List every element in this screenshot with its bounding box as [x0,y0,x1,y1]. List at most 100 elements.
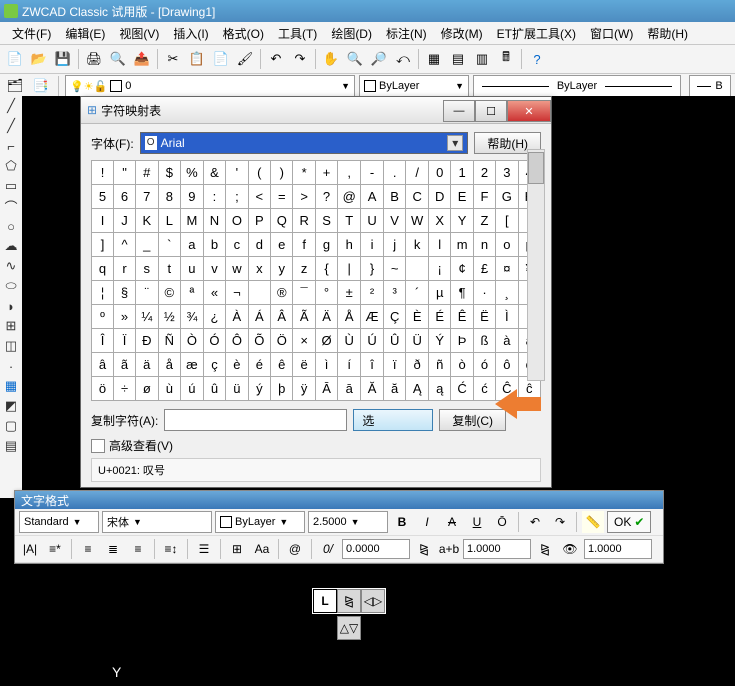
char-cell[interactable]: ö [92,377,114,401]
inplace-text-editor[interactable]: L ⧎ ◁▷ △▽ [312,588,386,640]
char-cell[interactable]: ¢ [451,257,474,281]
char-cell[interactable]: ÿ [293,377,315,401]
char-cell[interactable]: Ā [315,377,337,401]
char-cell[interactable]: ~ [383,257,405,281]
char-cell[interactable]: P [248,209,270,233]
char-cell[interactable]: } [361,257,384,281]
char-cell[interactable]: @ [338,185,361,209]
char-cell[interactable]: ) [271,161,293,185]
char-cell[interactable] [248,281,270,305]
char-cell[interactable]: ¤ [496,257,518,281]
insert-field-button[interactable]: ⊞ [226,538,248,560]
char-cell[interactable]: Î [92,329,114,353]
char-cell[interactable]: ß [473,329,495,353]
editor-width-handle[interactable]: ◁▷ [361,589,385,613]
width-factor-input[interactable] [463,539,531,559]
font-select[interactable]: O Arial ▾ [140,132,469,154]
grid-scrollbar[interactable] [527,149,545,381]
char-cell[interactable]: Ý [429,329,451,353]
char-cell[interactable]: A [361,185,384,209]
columns-button[interactable]: |A| [19,538,41,560]
char-cell[interactable]: e [271,233,293,257]
char-cell[interactable]: 2 [473,161,495,185]
char-cell[interactable]: é [248,353,270,377]
char-cell[interactable]: ] [92,233,114,257]
char-cell[interactable]: - [361,161,384,185]
char-cell[interactable]: I [92,209,114,233]
char-cell[interactable]: ü [226,377,248,401]
char-cell[interactable]: þ [271,377,293,401]
calc-icon[interactable]: 🖩 [495,48,517,70]
char-cell[interactable]: l [429,233,451,257]
char-cell[interactable]: Ã [293,305,315,329]
char-cell[interactable]: 0 [429,161,451,185]
char-cell[interactable]: è [226,353,248,377]
char-cell[interactable]: ë [293,353,315,377]
char-cell[interactable]: ` [158,233,181,257]
properties-icon[interactable]: ▦ [423,48,445,70]
char-cell[interactable]: Ä [315,305,337,329]
gradient-icon[interactable]: ◩ [3,398,19,414]
char-cell[interactable]: ¾ [181,305,204,329]
char-cell[interactable]: y [271,257,293,281]
char-cell[interactable]: Ą [406,377,429,401]
char-cell[interactable]: : [203,185,225,209]
cut-icon[interactable]: ✂ [162,48,184,70]
char-cell[interactable]: Ö [271,329,293,353]
char-cell[interactable]: X [429,209,451,233]
char-cell[interactable]: k [406,233,429,257]
char-cell[interactable]: v [203,257,225,281]
point-icon[interactable]: · [3,358,19,374]
char-cell[interactable]: , [338,161,361,185]
bold-button[interactable]: B [391,511,413,533]
ok-button[interactable]: OK✔ [607,511,651,533]
char-cell[interactable]: ø [136,377,159,401]
menu-file[interactable]: 文件(F) [6,23,57,44]
char-cell[interactable]: J [114,209,136,233]
char-cell[interactable]: + [315,161,337,185]
editor-ruler-handle[interactable]: ⧎ [337,589,361,613]
char-cell[interactable]: j [383,233,405,257]
text-format-title[interactable]: 文字格式 [15,491,663,509]
char-cell[interactable]: ½ [158,305,181,329]
oblique-angle-input[interactable] [342,539,410,559]
char-cell[interactable]: Þ [451,329,474,353]
hatch-icon[interactable]: ▦ [3,378,19,394]
menu-window[interactable]: 窗口(W) [584,23,639,44]
char-cell[interactable]: B [383,185,405,209]
char-cell[interactable]: º [92,305,114,329]
char-cell[interactable]: z [293,257,315,281]
char-cell[interactable]: ± [338,281,361,305]
char-cell[interactable]: ï [383,353,405,377]
line-spacing-button[interactable]: ≡↕ [160,538,182,560]
char-cell[interactable]: ¦ [92,281,114,305]
char-cell[interactable]: ă [383,377,405,401]
char-cell[interactable]: K [136,209,159,233]
char-cell[interactable]: o [496,233,518,257]
char-cell[interactable]: Ø [315,329,337,353]
advanced-view-checkbox[interactable] [91,439,105,453]
char-cell[interactable]: O [226,209,248,233]
char-cell[interactable]: ^ [114,233,136,257]
help-icon[interactable]: ? [526,48,548,70]
char-cell[interactable]: G [496,185,518,209]
paste-icon[interactable]: 📄 [210,48,232,70]
char-cell[interactable]: q [92,257,114,281]
redo-icon[interactable]: ↷ [289,48,311,70]
char-cell[interactable]: í [338,353,361,377]
char-cell[interactable]: r [114,257,136,281]
char-cell[interactable]: ! [92,161,114,185]
char-cell[interactable]: Ú [361,329,384,353]
menu-insert[interactable]: 插入(I) [167,23,214,44]
char-cell[interactable]: [ [496,209,518,233]
symbol-button[interactable]: @ [284,538,306,560]
char-cell[interactable]: ¬ [226,281,248,305]
char-cell[interactable]: ÷ [114,377,136,401]
linetype-combo[interactable]: ByLayer [473,75,681,97]
char-cell[interactable]: T [338,209,361,233]
revision-cloud-icon[interactable]: ☁ [3,238,19,254]
spinner-icon[interactable]: ⧎ [413,538,435,560]
char-cell[interactable]: i [361,233,384,257]
undo-icon[interactable]: ↶ [265,48,287,70]
char-cell[interactable]: à [496,329,518,353]
